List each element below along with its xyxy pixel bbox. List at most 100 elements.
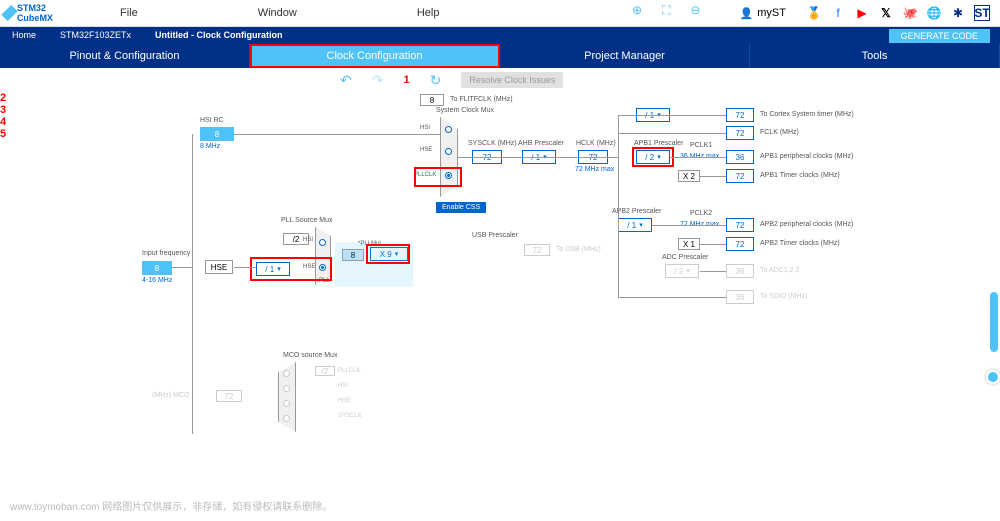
- zoom-in-icon[interactable]: ⊕: [632, 3, 642, 18]
- apb2-timer-mul: X 1: [678, 238, 700, 250]
- sysclk-label: SYSCLK (MHz): [468, 140, 517, 147]
- pclk2-value: 72: [726, 218, 754, 232]
- mco-label: (MHz) MCO: [152, 392, 189, 399]
- apb1-label: APB1 Prescaler: [634, 140, 683, 147]
- mco-r3[interactable]: [283, 400, 290, 407]
- apb2-label: APB2 Prescaler: [612, 208, 661, 215]
- mco-r4[interactable]: [283, 415, 290, 422]
- pll-src-label: PLL Source Mux: [281, 217, 333, 224]
- usb-label: USB Prescaler: [472, 232, 518, 239]
- fclk-label: FCLK (MHz): [760, 129, 799, 136]
- hsi-rc-label: HSI RC: [200, 117, 224, 124]
- tab-clock[interactable]: Clock Configuration: [250, 44, 500, 68]
- clock-toolbar: ↶ ↷ 1 ↻ Resolve Clock Issues ⊕ ⛶ ⊖: [0, 68, 1000, 92]
- sm-hse-radio[interactable]: [445, 148, 452, 155]
- annotation-5: 5: [0, 128, 1000, 140]
- wiki-icon[interactable]: 🌐: [926, 5, 942, 21]
- menu-help[interactable]: Help: [357, 7, 500, 19]
- enable-css-button[interactable]: Enable CSS: [436, 202, 486, 213]
- menu-file[interactable]: File: [60, 7, 198, 19]
- x-icon[interactable]: 𝕏: [878, 5, 894, 21]
- hclk-label: HCLK (MHz): [576, 140, 616, 147]
- pll-mux-hsi: HSI: [303, 237, 313, 243]
- adc-out: To ADC1,2,3: [760, 267, 799, 274]
- tab-tools[interactable]: Tools: [750, 44, 1000, 68]
- scrollbar[interactable]: [990, 292, 998, 352]
- facebook-icon[interactable]: f: [830, 5, 846, 21]
- usb-value: 72: [524, 244, 550, 256]
- tab-project[interactable]: Project Manager: [500, 44, 750, 68]
- zoom-out-icon[interactable]: ⊖: [690, 3, 700, 18]
- refresh-icon[interactable]: ↻: [430, 72, 442, 89]
- usb-out-label: To USB (MHz): [556, 246, 601, 253]
- pclk2-out: APB2 peripheral clocks (MHz): [760, 221, 853, 228]
- input-freq-value[interactable]: 8: [142, 261, 172, 275]
- apb2-select[interactable]: / 1: [618, 218, 652, 232]
- cube-icon: [1, 5, 17, 21]
- sm-hsi: HSI: [420, 125, 430, 131]
- highlight-4: [414, 167, 462, 187]
- hse-block: HSE: [205, 260, 233, 274]
- resolve-clock-button[interactable]: Resolve Clock Issues: [461, 72, 563, 88]
- bc-chip[interactable]: STM32F103ZETx: [48, 27, 143, 44]
- pclk2-label: PCLK2: [690, 210, 712, 217]
- apb2t-label: APB2 Timer clocks (MHz): [760, 240, 840, 247]
- input-freq-label: Input frequency: [142, 250, 190, 257]
- main-tabs: Pinout & Configuration Clock Configurati…: [0, 44, 1000, 68]
- flitf-label: To FLITFCLK (MHz): [450, 96, 513, 103]
- ahb-label: AHB Prescaler: [518, 140, 564, 147]
- mco-src-label: MCO source Mux: [283, 352, 337, 359]
- apb1-timer-mul: X 2: [678, 170, 700, 182]
- menu-window[interactable]: Window: [198, 7, 357, 19]
- mco-sysclk: SYSCLK: [338, 413, 362, 419]
- bc-home[interactable]: Home: [0, 27, 48, 44]
- sdio-label: To SDIO (MHz): [760, 293, 807, 300]
- mco-r1[interactable]: [283, 370, 290, 377]
- fclk-value: 72: [726, 126, 754, 140]
- hclk-note: 72 MHz max: [575, 166, 614, 173]
- adc-value: 36: [726, 264, 754, 278]
- sm-hsi-radio[interactable]: [445, 126, 452, 133]
- undo-icon[interactable]: ↶: [340, 72, 352, 89]
- myst-label: myST: [757, 7, 786, 19]
- input-unit: 4-16 MHz: [142, 277, 172, 284]
- pclk1-label: PCLK1: [690, 142, 712, 149]
- highlight-5: [632, 147, 674, 167]
- pclk1-value: 36: [726, 150, 754, 164]
- pll-src-hsi-radio[interactable]: [319, 239, 326, 246]
- tab-pinout[interactable]: Pinout & Configuration: [0, 44, 250, 68]
- redo-icon[interactable]: ↷: [372, 72, 384, 89]
- assistant-bubble-icon[interactable]: [986, 370, 1000, 384]
- pclk1-out: APB1 peripheral clocks (MHz): [760, 153, 853, 160]
- sdio-value: 36: [726, 290, 754, 304]
- highlight-2: [250, 257, 332, 281]
- share-icon[interactable]: ✱: [950, 5, 966, 21]
- adc-select[interactable]: / 2: [665, 264, 699, 278]
- mco-pllclk: PLLCLK: [338, 368, 360, 374]
- mco-hsi: HSI: [338, 383, 348, 389]
- myst-link[interactable]: 👤 myST: [740, 7, 786, 20]
- bc-page: Untitled - Clock Configuration: [143, 27, 295, 44]
- youtube-icon[interactable]: ▶: [854, 5, 870, 21]
- social-icons: 🏅 f ▶ 𝕏 🐙 🌐 ✱ ST: [806, 5, 1000, 21]
- annotation-1: 1: [403, 74, 409, 86]
- user-icon: 👤: [740, 7, 754, 20]
- flitf-value: 8: [420, 94, 444, 106]
- watermark-text: www.toymoban.com 网络图片仅供展示，非存储，如有侵权请联系删除。: [10, 498, 332, 513]
- top-menubar: STM32 CubeMX File Window Help 👤 myST 🏅 f…: [0, 0, 1000, 27]
- highlight-3: [366, 244, 410, 264]
- generate-code-button[interactable]: GENERATE CODE: [889, 29, 990, 43]
- app-name: STM32 CubeMX: [17, 3, 60, 23]
- mco-r2[interactable]: [283, 385, 290, 392]
- st-logo[interactable]: ST: [974, 5, 990, 21]
- apb1t-value: 72: [726, 169, 754, 183]
- apb1t-label: APB1 Timer clocks (MHz): [760, 172, 840, 179]
- apb2t-value: 72: [726, 237, 754, 251]
- zoom-fit-icon[interactable]: ⛶: [662, 3, 670, 18]
- clock-diagram[interactable]: HSI RC 8 8 MHz Input frequency 8 4-16 MH…: [0, 92, 1000, 512]
- mco-out: 72: [216, 390, 242, 402]
- github-icon[interactable]: 🐙: [902, 5, 918, 21]
- badge-icon[interactable]: 🏅: [806, 5, 822, 21]
- mco-div2: /2: [315, 366, 335, 376]
- adc-label: ADC Prescaler: [662, 254, 708, 261]
